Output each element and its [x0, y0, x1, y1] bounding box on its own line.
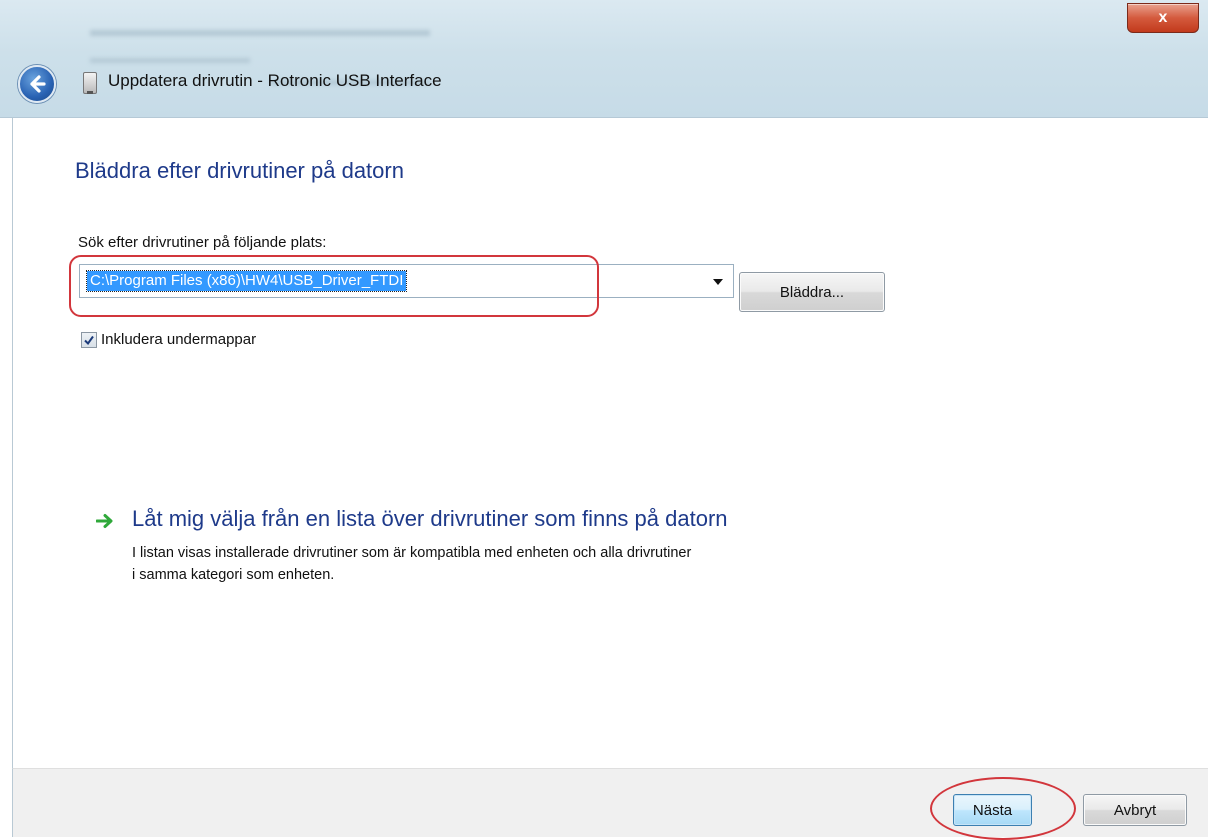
window-title: Uppdatera drivrutin - Rotronic USB Inter… — [108, 71, 442, 90]
path-combobox[interactable]: C:\Program Files (x86)\HW4\USB_Driver_FT… — [79, 264, 734, 298]
chevron-down-icon[interactable] — [713, 279, 723, 285]
browse-button[interactable]: Bläddra... — [739, 272, 885, 312]
path-value[interactable]: C:\Program Files (x86)\HW4\USB_Driver_FT… — [85, 270, 408, 292]
dialog-footer: Nästa Avbryt — [12, 768, 1208, 840]
page-heading: Bläddra efter drivrutiner på datorn — [75, 158, 404, 183]
include-subfolders-row[interactable]: Inkludera undermappar — [81, 331, 256, 348]
include-subfolders-checkbox[interactable] — [81, 331, 97, 348]
browse-button-label: Bläddra... — [779, 283, 845, 301]
next-button-label: Nästa — [972, 801, 1013, 819]
close-button[interactable]: x — [1127, 3, 1199, 33]
cancel-button-label: Avbryt — [1113, 801, 1157, 819]
usb-device-icon — [83, 72, 97, 94]
description-line-1: I listan visas installerade drivrutiner … — [132, 545, 692, 561]
choose-from-list-description: I listan visas installerade drivrutiner … — [132, 542, 932, 586]
description-line-2: i samma kategori som enheten. — [132, 567, 335, 583]
title-bar: x Uppdatera drivrutin - Rotronic USB Int… — [0, 0, 1208, 118]
search-location-label: Sök efter drivrutiner på följande plats: — [78, 234, 327, 251]
driver-update-window: x Uppdatera drivrutin - Rotronic USB Int… — [0, 0, 1208, 840]
next-button[interactable]: Nästa — [953, 794, 1032, 826]
cancel-button[interactable]: Avbryt — [1083, 794, 1187, 826]
include-subfolders-label: Inkludera undermappar — [101, 331, 257, 348]
choose-from-list-title[interactable]: Låt mig välja från en lista över drivrut… — [132, 506, 728, 532]
checkmark-icon — [84, 335, 94, 345]
green-arrow-icon — [96, 514, 113, 528]
close-icon: x — [1158, 9, 1168, 26]
back-arrow-icon — [30, 75, 46, 93]
main-content: Bläddra efter drivrutiner på datorn Sök … — [12, 118, 1208, 768]
back-button[interactable] — [18, 65, 56, 103]
